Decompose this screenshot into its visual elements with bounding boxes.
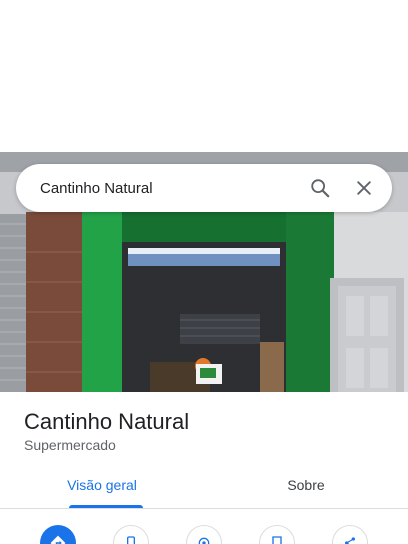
- save-icon: [272, 536, 282, 544]
- close-icon[interactable]: [342, 166, 386, 210]
- action-row: [0, 521, 408, 544]
- save-button[interactable]: [259, 525, 295, 544]
- search-bar[interactable]: Cantinho Natural: [16, 164, 392, 212]
- phone-icon: [127, 536, 135, 544]
- tab-bar: Visão geral Sobre: [0, 465, 408, 509]
- place-title: Cantinho Natural: [24, 409, 190, 434]
- share-button[interactable]: [332, 525, 368, 544]
- place-screen: Cantinho Natural Cantinho Natural Superm…: [0, 0, 408, 544]
- call-button[interactable]: [113, 525, 149, 544]
- search-icon[interactable]: [298, 166, 342, 210]
- search-input[interactable]: Cantinho Natural: [16, 180, 298, 197]
- place-category[interactable]: Supermercado: [24, 437, 116, 453]
- share-icon: [345, 537, 355, 544]
- tab-about[interactable]: Sobre: [204, 465, 408, 508]
- directions-button[interactable]: [40, 525, 76, 544]
- active-tab-indicator: [69, 505, 143, 508]
- directions-icon: [50, 535, 66, 544]
- location-icon: [198, 537, 210, 544]
- tab-overview[interactable]: Visão geral: [0, 465, 204, 508]
- location-button[interactable]: [186, 525, 222, 544]
